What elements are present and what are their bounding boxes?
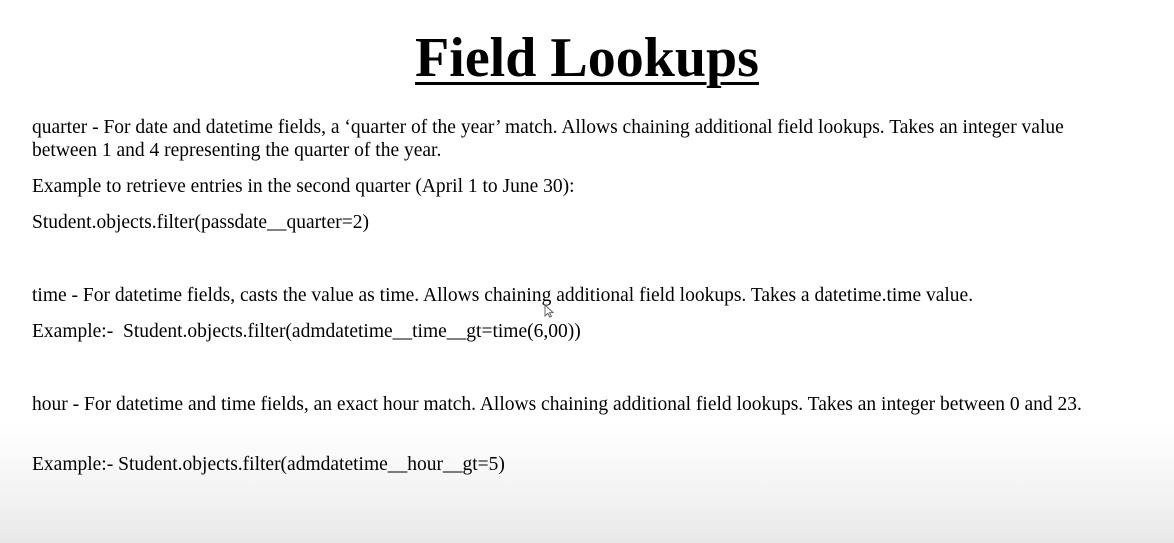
time-description: time - For datetime fields, casts the va… <box>32 285 974 306</box>
quarter-description: quarter - For date and datetime fields, … <box>32 117 1064 161</box>
quarter-example-intro: Example to retrieve entries in the secon… <box>32 176 575 197</box>
time-example: Example:- Student.objects.filter(admdate… <box>32 321 581 342</box>
hour-description: hour - For datetime and time fields, an … <box>32 394 1082 415</box>
quarter-example-code: Student.objects.filter(passdate__quarter… <box>32 212 369 233</box>
mouse-cursor-icon <box>544 304 554 318</box>
hour-example: Example:- Student.objects.filter(admdate… <box>32 454 505 475</box>
slide-title: Field Lookups <box>415 27 759 89</box>
